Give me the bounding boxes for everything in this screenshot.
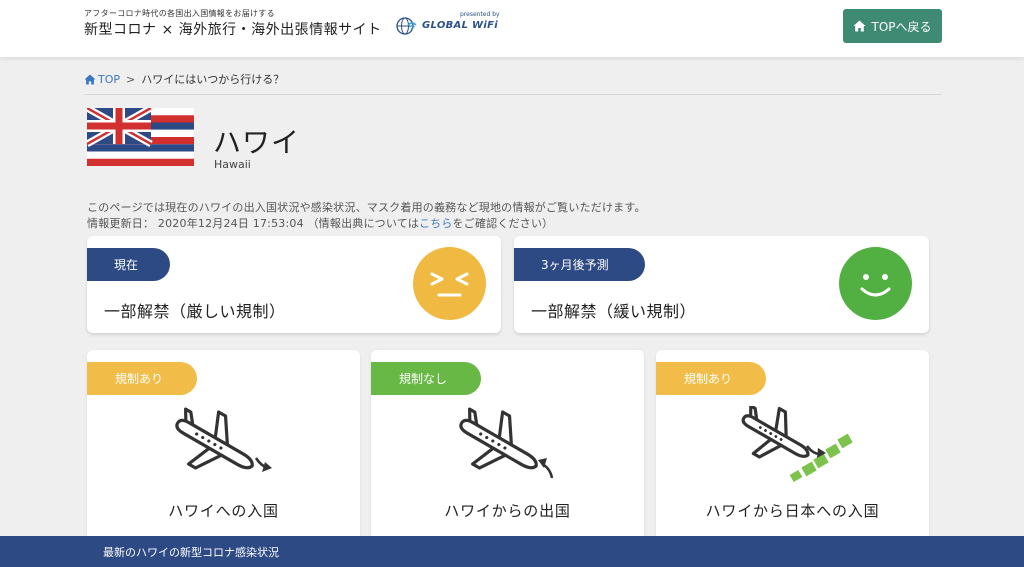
airplane-arrival-icon	[175, 407, 272, 472]
current-status-text: 一部解禁（厳しい規制）	[104, 302, 286, 321]
breadcrumb-separator: >	[126, 72, 136, 86]
japan-entry-category-card[interactable]: 規制あり ハワイから日本への入国	[656, 350, 929, 550]
home-icon	[853, 20, 866, 32]
country-name-english: Hawaii	[214, 158, 251, 171]
brand-name: GLOBAL WiFi	[422, 20, 498, 31]
site-tagline: アフターコロナ時代の各国出入国情報をお届けする	[84, 9, 275, 18]
update-info-prefix: 情報更新日： 2020年12月24日 17:53:04 （情報出典については	[87, 217, 419, 230]
home-icon	[84, 73, 96, 85]
site-title[interactable]: 新型コロナ × 海外旅行・海外出張情報サイト	[84, 19, 382, 39]
presented-by-label: presented by	[460, 11, 500, 18]
current-status-card: 現在 一部解禁（厳しい規制）	[87, 236, 501, 333]
current-status-tag: 現在	[87, 248, 170, 281]
page-description: このページでは現在のハワイの出入国状況や感染状況、マスク着用の義務など現地の情報…	[87, 201, 646, 214]
hawaii-flag-icon	[87, 108, 194, 166]
forecast-status-text: 一部解禁（緩い規制）	[531, 302, 697, 321]
breadcrumb: TOP > ハワイにはいつから行ける？	[84, 71, 284, 87]
forecast-status-card: 3ヶ月後予測 一部解禁（緩い規制）	[514, 236, 929, 333]
breadcrumb-home-link[interactable]: TOP	[84, 73, 120, 86]
exit-restriction-tag: 規制なし	[371, 362, 481, 395]
globe-wifi-icon	[396, 17, 417, 35]
japan-entry-category-label: ハワイから日本への入国	[705, 502, 880, 520]
site-header: アフターコロナ時代の各国出入国情報をお届けする 新型コロナ × 海外旅行・海外出…	[0, 0, 1024, 57]
entry-category-label: ハワイへの入国	[168, 502, 279, 520]
exit-category-label: ハワイからの出国	[444, 502, 571, 520]
entry-category-card[interactable]: 規制あり ハワイへの入国	[87, 350, 360, 550]
entry-restriction-tag: 規制あり	[87, 362, 197, 395]
divider	[84, 94, 942, 95]
latest-covid-status-label: 最新のハワイの新型コロナ感染状況	[103, 545, 279, 559]
latest-covid-status-bar[interactable]: 最新のハワイの新型コロナ感染状況	[0, 536, 1024, 567]
breadcrumb-home-label: TOP	[98, 72, 121, 86]
airplane-japan-icon	[741, 406, 853, 482]
back-to-top-label: TOPへ戻る	[871, 19, 932, 34]
breadcrumb-current: ハワイにはいつから行ける？	[141, 73, 285, 86]
brand-logo[interactable]: presented by GLOBAL WiFi	[396, 11, 506, 37]
airplane-departure-icon	[459, 407, 554, 479]
smile-face-icon	[839, 247, 912, 320]
country-name: ハワイ	[213, 126, 301, 159]
japan-entry-restriction-tag: 規制あり	[656, 362, 766, 395]
source-link[interactable]: こちら	[419, 217, 453, 230]
forecast-status-tag: 3ヶ月後予測	[514, 248, 645, 281]
update-info: 情報更新日： 2020年12月24日 17:53:04 （情報出典についてはこち…	[87, 215, 553, 231]
exit-category-card[interactable]: 規制なし ハワイからの出国	[371, 350, 644, 550]
back-to-top-button[interactable]: TOPへ戻る	[843, 9, 942, 43]
frustrated-face-icon	[413, 247, 486, 320]
update-info-suffix: をご確認ください）	[452, 217, 554, 230]
